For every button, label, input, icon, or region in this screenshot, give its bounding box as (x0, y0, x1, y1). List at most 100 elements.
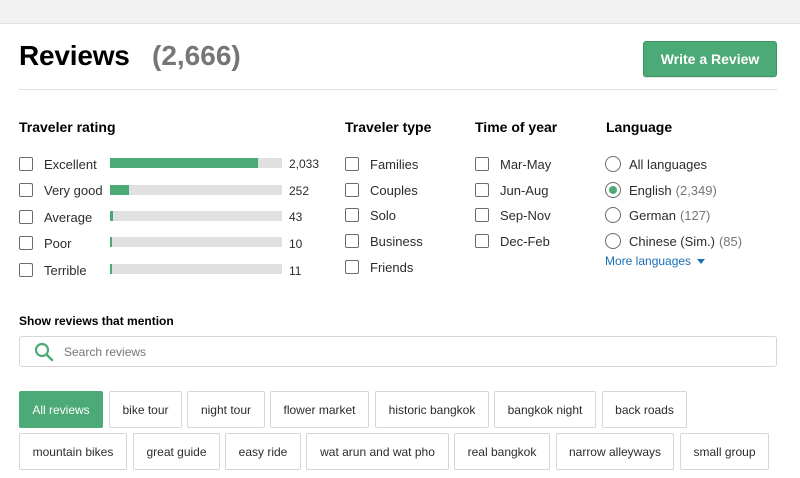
type-label: Solo (370, 207, 397, 223)
rating-count: 43 (289, 210, 303, 224)
language-count: (85) (718, 233, 743, 249)
rating-bar-fill (110, 264, 112, 274)
caret-down-icon (697, 258, 706, 264)
language-label: All languages (629, 156, 708, 172)
time-label: Sep-Nov (500, 207, 551, 223)
rating-bar-fill (110, 158, 258, 168)
rating-poor-checkbox[interactable] (19, 236, 33, 250)
rating-bar-average (110, 211, 282, 221)
rating-excellent[interactable]: Excellent (19, 155, 97, 173)
type-business-checkbox[interactable] (345, 234, 359, 248)
type-friends-checkbox[interactable] (345, 260, 359, 274)
chip-flower-market[interactable]: flower market (270, 391, 369, 428)
rating-label: Terrible (44, 262, 87, 278)
top-strip (0, 0, 800, 24)
rating-excellent-checkbox[interactable] (19, 157, 33, 171)
write-review-button[interactable]: Write a Review (643, 41, 777, 77)
rating-label: Poor (44, 235, 72, 251)
rating-bar-fill (110, 237, 112, 247)
type-solo-checkbox[interactable] (345, 208, 359, 222)
time-of-year-heading: Time of year (475, 119, 558, 135)
more-languages-label: More languages (605, 254, 692, 268)
rating-bar-fill (110, 211, 114, 221)
type-solo[interactable]: Solo (345, 206, 396, 224)
language-english-radio[interactable] (605, 182, 621, 198)
traveler-type-heading: Traveler type (345, 119, 432, 135)
rating-label: Average (44, 209, 93, 225)
language-label: English (629, 182, 672, 198)
time-dec-feb[interactable]: Dec-Feb (475, 232, 550, 250)
type-label: Business (370, 233, 423, 249)
type-families-checkbox[interactable] (345, 157, 359, 171)
chip-narrow-alleyways[interactable]: narrow alleyways (556, 433, 674, 470)
language-all-radio[interactable] (605, 156, 621, 172)
rating-bar-poor (110, 237, 282, 247)
rating-very-good-checkbox[interactable] (19, 183, 33, 197)
header-divider (19, 89, 777, 90)
language-count: (2,349) (675, 182, 717, 198)
search-icon (34, 342, 54, 361)
time-jun-aug[interactable]: Jun-Aug (475, 181, 548, 199)
time-sep-nov[interactable]: Sep-Nov (475, 206, 551, 224)
rating-average-checkbox[interactable] (19, 210, 33, 224)
rating-label: Excellent (44, 156, 97, 172)
rating-bar-very-good (110, 185, 282, 195)
search-input[interactable] (64, 344, 714, 359)
language-all[interactable]: All languages (605, 155, 707, 173)
type-families[interactable]: Families (345, 155, 418, 173)
type-friends[interactable]: Friends (345, 258, 413, 276)
time-label: Dec-Feb (500, 233, 550, 249)
type-couples[interactable]: Couples (345, 181, 418, 199)
rating-bar-excellent (110, 158, 282, 168)
chip-real-bangkok[interactable]: real bangkok (454, 433, 550, 470)
language-german-radio[interactable] (605, 207, 621, 223)
rating-bar-terrible (110, 264, 282, 274)
rating-poor[interactable]: Poor (19, 234, 71, 252)
chip-great-guide[interactable]: great guide (133, 433, 220, 470)
language-count: (127) (679, 207, 711, 223)
rating-bar-fill (110, 185, 129, 195)
language-chinese[interactable]: Chinese (Sim.) (85) (605, 232, 742, 250)
traveler-rating-heading: Traveler rating (19, 119, 116, 135)
more-languages-link[interactable]: More languages (605, 254, 706, 268)
chip-back-roads[interactable]: back roads (602, 391, 687, 428)
chip-all-reviews[interactable]: All reviews (19, 391, 103, 428)
language-english[interactable]: English (2,349) (605, 181, 717, 199)
rating-terrible[interactable]: Terrible (19, 261, 87, 279)
rating-count: 10 (289, 237, 303, 251)
rating-terrible-checkbox[interactable] (19, 263, 33, 277)
page-title: Reviews (19, 40, 130, 71)
language-label: Chinese (Sim.) (629, 233, 715, 249)
chip-wat-arun-and-wat-pho[interactable]: wat arun and wat pho (306, 433, 449, 470)
chip-night-tour[interactable]: night tour (187, 391, 265, 428)
chip-bangkok-night[interactable]: bangkok night (494, 391, 596, 428)
rating-count: 252 (289, 184, 310, 198)
type-business[interactable]: Business (345, 232, 423, 250)
time-mar-may[interactable]: Mar-May (475, 155, 551, 173)
language-german[interactable]: German (127) (605, 206, 710, 224)
time-dec-feb-checkbox[interactable] (475, 234, 489, 248)
language-label: German (629, 207, 676, 223)
time-mar-may-checkbox[interactable] (475, 157, 489, 171)
type-label: Friends (370, 259, 414, 275)
chip-bike-tour[interactable]: bike tour (109, 391, 182, 428)
mention-label: Show reviews that mention (19, 314, 174, 328)
language-chinese-radio[interactable] (605, 233, 621, 249)
time-label: Jun-Aug (500, 182, 549, 198)
chip-easy-ride[interactable]: easy ride (225, 433, 301, 470)
rating-label: Very good (44, 182, 103, 198)
rating-average[interactable]: Average (19, 208, 92, 226)
chip-mountain-bikes[interactable]: mountain bikes (19, 433, 127, 470)
search-box[interactable] (19, 336, 777, 367)
rating-very-good[interactable]: Very good (19, 181, 103, 199)
time-label: Mar-May (500, 156, 552, 172)
language-heading: Language (606, 119, 673, 135)
time-jun-aug-checkbox[interactable] (475, 183, 489, 197)
chip-historic-bangkok[interactable]: historic bangkok (375, 391, 489, 428)
time-sep-nov-checkbox[interactable] (475, 208, 489, 222)
type-couples-checkbox[interactable] (345, 183, 359, 197)
chip-small-group[interactable]: small group (680, 433, 769, 470)
type-label: Couples (370, 182, 418, 198)
type-label: Families (370, 156, 419, 172)
review-count: (2,666) (152, 40, 241, 71)
